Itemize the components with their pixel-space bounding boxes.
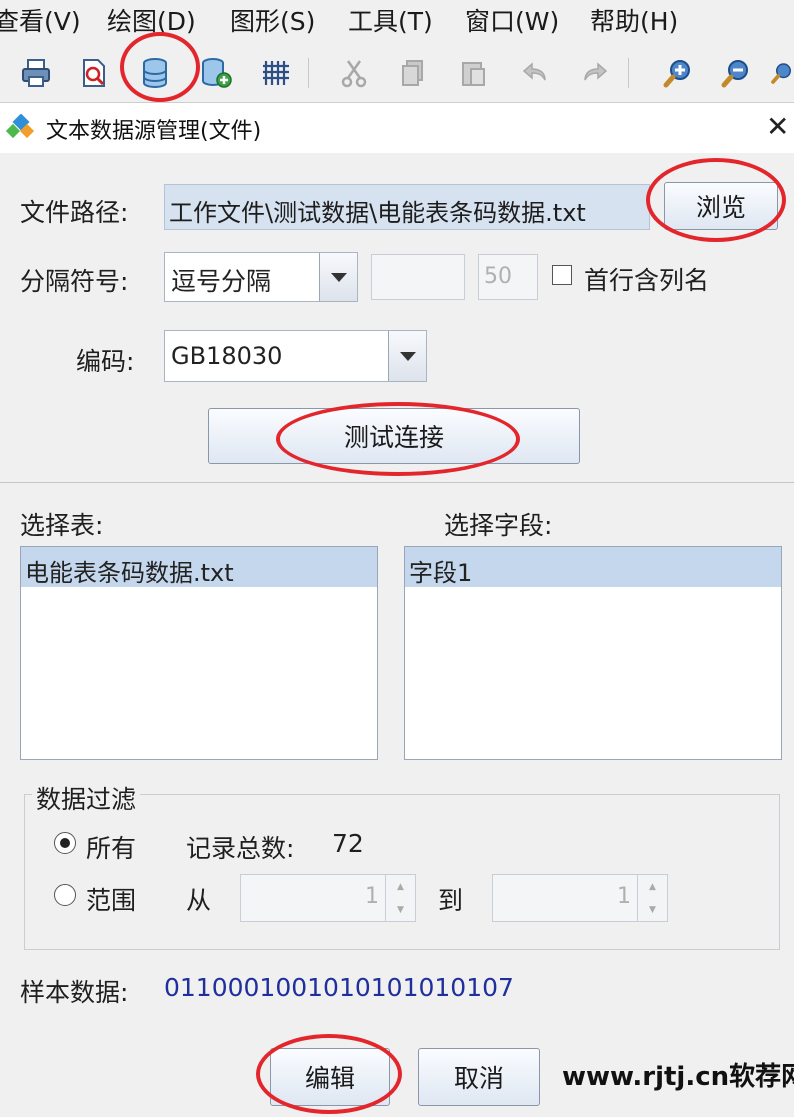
from-stepper[interactable]: ▲ ▼ [385, 875, 415, 921]
file-path-value: 工作文件\测试数据\电能表条码数据.txt [169, 199, 586, 227]
record-count-value: 72 [332, 829, 364, 858]
to-spinner[interactable]: 1 ▲ ▼ [492, 874, 668, 922]
chevron-down-icon[interactable] [319, 253, 357, 301]
test-connection-button[interactable]: 测试连接 [208, 408, 580, 464]
file-path-label: 文件路径: [20, 198, 129, 227]
first-row-label: 首行含列名 [584, 266, 710, 295]
list-item[interactable]: 电能表条码数据.txt [21, 547, 377, 587]
sample-data-value: 0110001001010101010107 [164, 973, 514, 1002]
menu-draw[interactable]: 绘图(D) [107, 2, 196, 38]
dialog-title: 文本数据源管理(文件) [46, 119, 262, 144]
copy-icon[interactable] [396, 54, 432, 92]
file-path-input[interactable]: 工作文件\测试数据\电能表条码数据.txt [164, 184, 650, 230]
zoom-in-icon[interactable] [660, 54, 696, 92]
test-connection-label: 测试连接 [343, 423, 444, 452]
encoding-value: GB18030 [171, 342, 283, 370]
field-list[interactable]: 字段1 [404, 546, 782, 760]
toolbar-separator [628, 58, 629, 88]
toolbar-separator [308, 58, 309, 88]
filter-all-label: 所有 [86, 834, 137, 863]
column-width-value: 50 [484, 264, 512, 289]
select-table-label: 选择表: [20, 511, 104, 540]
paste-icon[interactable] [455, 54, 491, 92]
chevron-down-icon[interactable] [388, 331, 426, 381]
select-field-label: 选择字段: [444, 511, 553, 540]
menu-window[interactable]: 窗口(W) [465, 2, 559, 38]
to-stepper[interactable]: ▲ ▼ [637, 875, 667, 921]
data-filter-label: 数据过滤 [32, 780, 141, 816]
record-count-label: 记录总数: [186, 834, 295, 863]
sample-data-label: 样本数据: [20, 978, 129, 1007]
cut-icon[interactable] [336, 54, 372, 92]
undo-icon[interactable] [518, 54, 554, 92]
menu-help[interactable]: 帮助(H) [590, 2, 678, 38]
delimiter-value: 逗号分隔 [171, 267, 272, 296]
radio-dot [60, 838, 70, 848]
print-icon[interactable] [18, 54, 54, 92]
browse-button[interactable]: 浏览 [664, 182, 778, 230]
print-preview-icon[interactable] [76, 54, 112, 92]
section-divider [0, 482, 794, 483]
close-icon[interactable]: ✕ [766, 110, 789, 143]
app-logo-icon [5, 113, 36, 144]
cancel-button[interactable]: 取消 [418, 1048, 540, 1106]
list-item[interactable]: 字段1 [405, 547, 781, 587]
zoom-out-icon[interactable] [718, 54, 754, 92]
cancel-button-label: 取消 [453, 1064, 504, 1093]
edit-button[interactable]: 编辑 [270, 1048, 390, 1106]
table-list[interactable]: 电能表条码数据.txt [20, 546, 378, 760]
encoding-label: 编码: [76, 347, 135, 376]
custom-delimiter-input[interactable] [371, 254, 465, 300]
zoom-icon[interactable] [770, 54, 794, 92]
encoding-select[interactable]: GB18030 [164, 330, 427, 382]
filter-all-radio[interactable] [54, 832, 76, 854]
watermark-text: www.rjtj.cn软荐网 [562, 1062, 794, 1092]
data-filter-group [24, 794, 780, 950]
edit-button-label: 编辑 [304, 1064, 355, 1093]
filter-range-label: 范围 [86, 886, 137, 915]
from-value: 1 [365, 884, 379, 909]
database-icon[interactable] [137, 54, 173, 92]
browse-button-label: 浏览 [695, 193, 746, 222]
grid-icon[interactable] [258, 54, 294, 92]
column-width-input[interactable]: 50 [478, 254, 538, 300]
to-value: 1 [617, 884, 631, 909]
delimiter-select[interactable]: 逗号分隔 [164, 252, 358, 302]
delimiter-label: 分隔符号: [20, 267, 129, 296]
from-label: 从 [186, 886, 212, 915]
menu-tools[interactable]: 工具(T) [348, 2, 433, 38]
from-spinner[interactable]: 1 ▲ ▼ [240, 874, 416, 922]
menu-shape[interactable]: 图形(S) [230, 2, 315, 38]
first-row-checkbox[interactable] [552, 265, 572, 285]
filter-range-radio[interactable] [54, 884, 76, 906]
to-label: 到 [438, 886, 464, 915]
redo-icon[interactable] [576, 54, 612, 92]
menu-view[interactable]: 查看(V) [0, 2, 81, 38]
database-add-icon[interactable] [198, 54, 234, 92]
